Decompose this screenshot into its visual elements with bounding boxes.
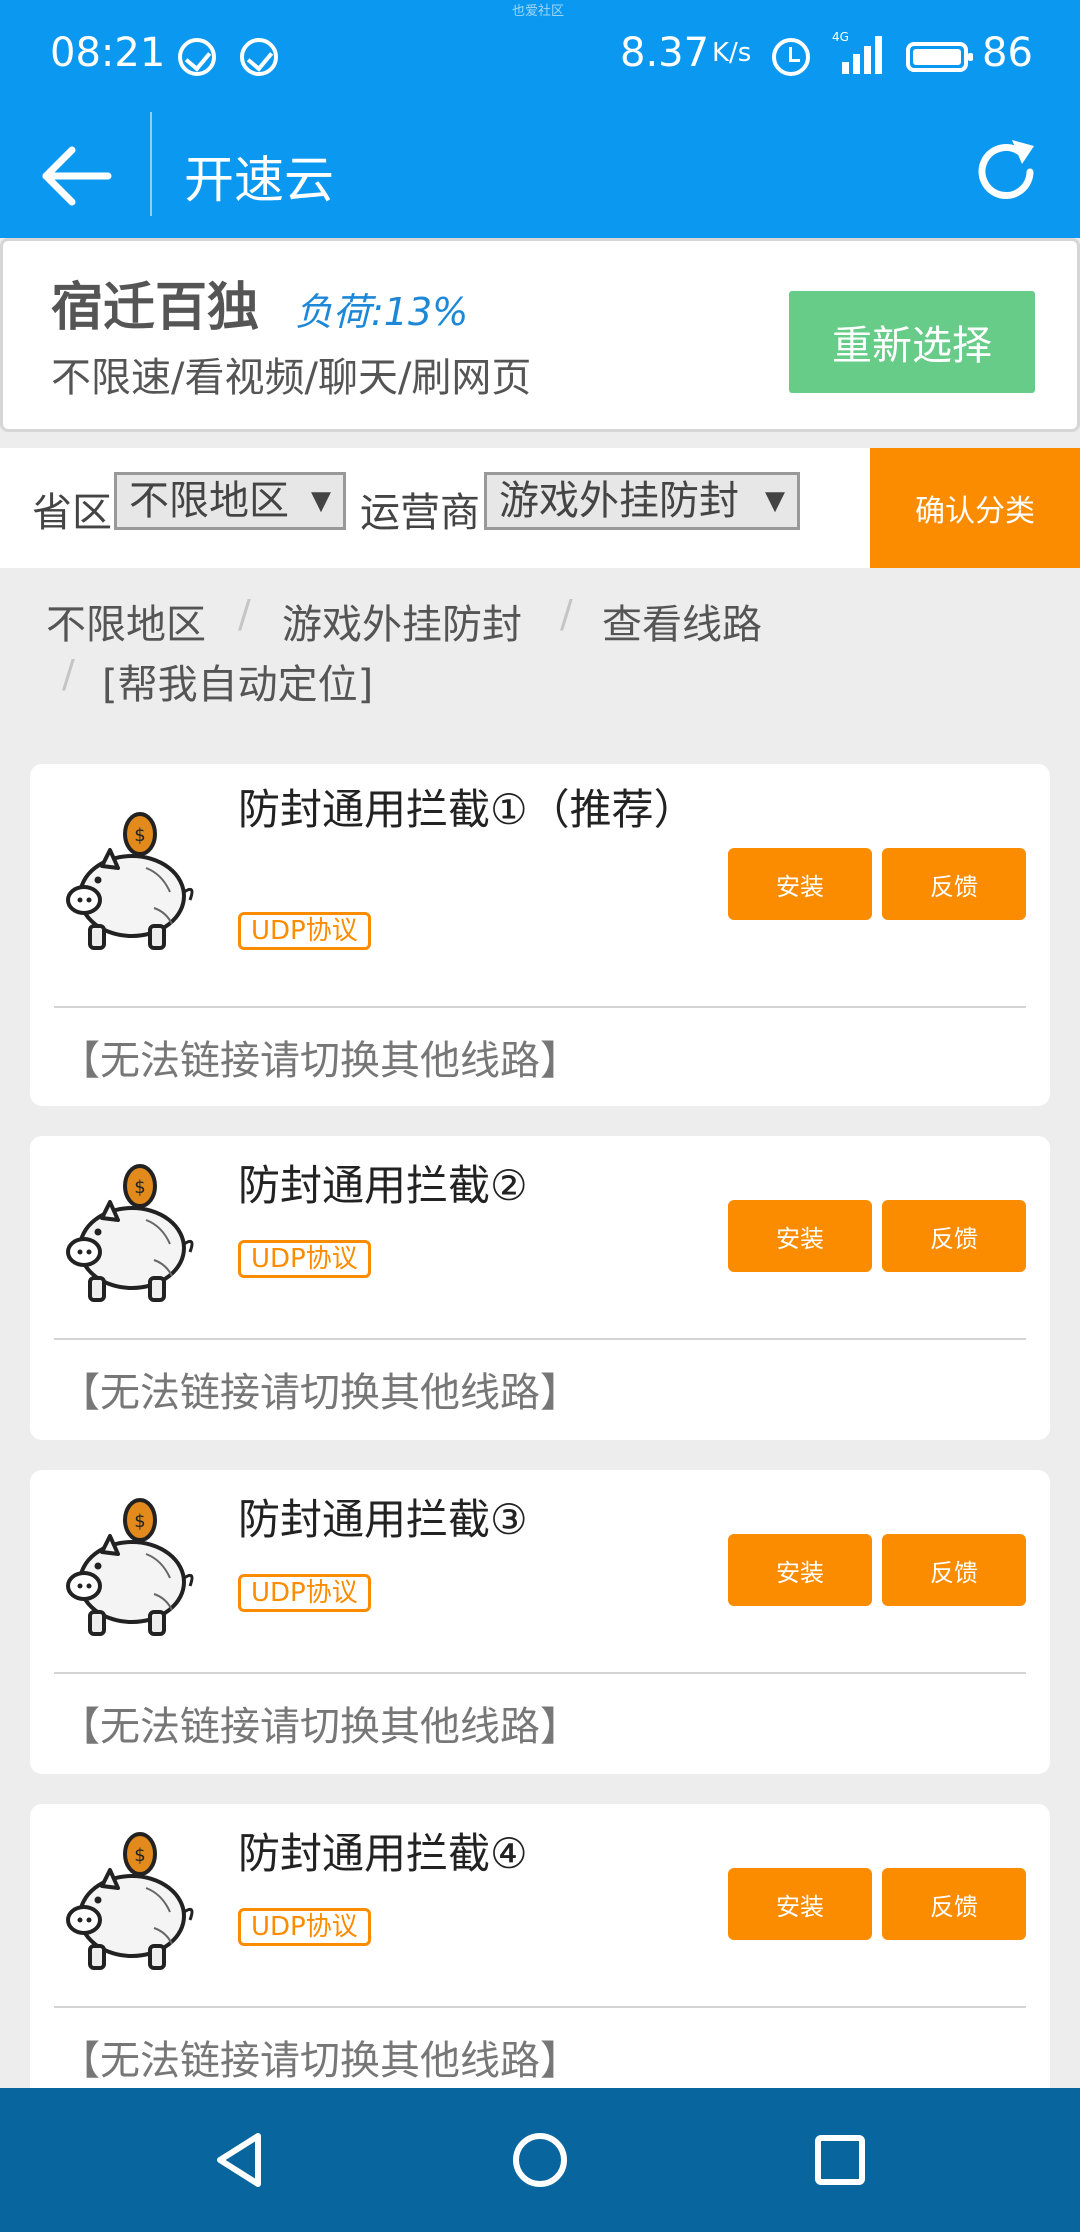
app-bar: 开速云 [0,112,1080,238]
breadcrumb-item[interactable]: 不限地区 [46,592,206,650]
card-divider [54,1006,1026,1008]
server-description: 不限速/看视频/聊天/刷网页 [51,355,532,401]
route-note: 【无法链接请切换其他线路】 [60,2038,580,2084]
system-nav-bar [0,2088,1080,2232]
route-title: 防封通用拦截② [238,1161,528,1210]
province-label: 省区 [32,490,112,536]
card-divider [54,1338,1026,1340]
arrow-left-icon[interactable] [38,136,118,216]
breadcrumb-item[interactable]: 游戏外挂防封 [282,592,522,650]
confirm-category-button[interactable]: 确认分类 [870,448,1080,568]
piggy-bank-icon [66,1832,194,1970]
check-circle-icon [240,38,278,76]
install-button[interactable]: 安装 [728,848,872,920]
feedback-button[interactable]: 反馈 [882,1200,1026,1272]
route-card: 防封通用拦截①（推荐） UDP协议 安装 反馈 【无法链接请切换其他线路】 [30,764,1050,1106]
province-select-value: 不限地区 [129,478,289,524]
carrier-select-value: 游戏外挂防封 [499,478,739,524]
carrier-label: 运营商 [360,490,480,536]
route-note: 【无法链接请切换其他线路】 [60,1038,580,1084]
alarm-icon [772,38,810,76]
battery-level: 86 [982,30,1033,76]
filter-bar: 省区 不限地区 ▼ 运营商 游戏外挂防封 ▼ 确认分类 [0,448,1080,568]
network-speed: 8.37 [620,30,710,76]
current-server-card: 宿迁百独 负荷:13% 不限速/看视频/聊天/刷网页 重新选择 [0,238,1080,432]
piggy-bank-icon [66,1164,194,1302]
install-button[interactable]: 安装 [728,1534,872,1606]
page-title: 开速云 [184,151,334,209]
route-card: 防封通用拦截③ UDP协议 安装 反馈 【无法链接请切换其他线路】 [30,1470,1050,1774]
breadcrumb-item[interactable]: 查看线路 [602,592,762,650]
status-notch-text: 也爱社区 [512,4,565,19]
network-speed-unit: K/s [712,38,752,68]
route-note: 【无法链接请切换其他线路】 [60,1370,580,1416]
route-title: 防封通用拦截①（推荐） [238,785,696,834]
protocol-badge: UDP协议 [238,1574,371,1612]
status-time: 08:21 [50,30,166,76]
carrier-select[interactable]: 游戏外挂防封 ▼ [484,472,800,530]
breadcrumb-separator: / [62,652,75,696]
install-button[interactable]: 安装 [728,1200,872,1272]
status-bar: 也爱社区 08:21 8.37 K/s 4G 86 [0,0,1080,112]
circle-home-icon[interactable] [508,2128,572,2192]
reselect-button[interactable]: 重新选择 [789,291,1035,393]
feedback-button[interactable]: 反馈 [882,1534,1026,1606]
server-load: 负荷:13% [295,290,469,334]
route-note: 【无法链接请切换其他线路】 [60,1704,580,1750]
battery-icon [906,42,973,72]
check-circle-icon [178,38,216,76]
province-select[interactable]: 不限地区 ▼ [114,472,346,530]
signal-icon [832,36,882,74]
refresh-icon[interactable] [968,134,1044,210]
route-card: 防封通用拦截④ UDP协议 安装 反馈 【无法链接请切换其他线路】 [30,1804,1050,2108]
triangle-back-icon[interactable] [208,2128,272,2192]
card-divider [54,2006,1026,2008]
app-bar-divider [150,112,152,216]
breadcrumb-separator: / [560,592,573,636]
piggy-bank-icon [66,812,194,950]
feedback-button[interactable]: 反馈 [882,848,1026,920]
route-title: 防封通用拦截④ [238,1829,528,1878]
square-recents-icon[interactable] [808,2128,872,2192]
breadcrumb-separator: / [238,592,251,636]
install-button[interactable]: 安装 [728,1868,872,1940]
protocol-badge: UDP协议 [238,912,371,950]
route-card: 防封通用拦截② UDP协议 安装 反馈 【无法链接请切换其他线路】 [30,1136,1050,1440]
protocol-badge: UDP协议 [238,1908,371,1946]
protocol-badge: UDP协议 [238,1240,371,1278]
route-title: 防封通用拦截③ [238,1495,528,1544]
piggy-bank-icon [66,1498,194,1636]
dropdown-arrow-icon: ▼ [765,486,785,516]
breadcrumb-item[interactable]: [帮我自动定位] [102,652,373,710]
card-divider [54,1672,1026,1674]
dropdown-arrow-icon: ▼ [311,486,331,516]
feedback-button[interactable]: 反馈 [882,1868,1026,1940]
server-name: 宿迁百独 [51,278,260,338]
